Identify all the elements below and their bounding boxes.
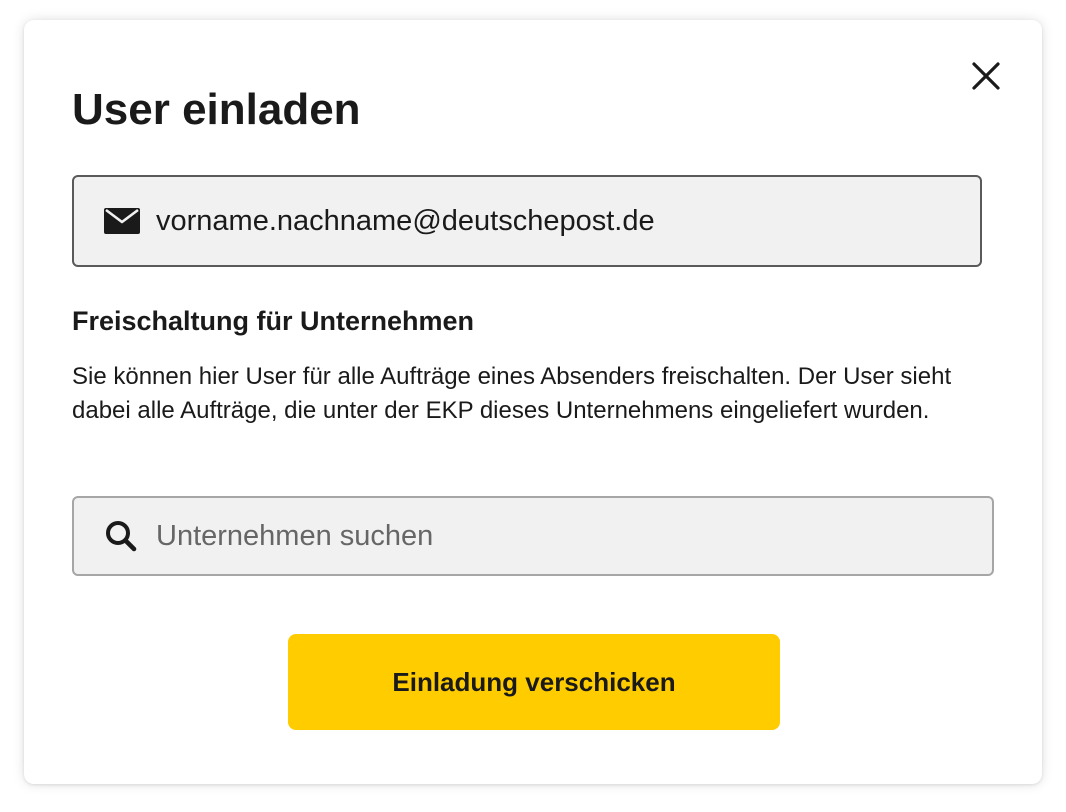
dialog-title: User einladen	[72, 85, 361, 134]
section-title: Freischaltung für Unternehmen	[72, 306, 475, 336]
search-icon	[104, 519, 138, 553]
email-value: vorname.nachname@deutschepost.de	[156, 204, 655, 237]
email-field[interactable]: vorname.nachname@deutschepost.de	[72, 175, 982, 267]
close-icon	[972, 62, 1000, 90]
section-description: Sie können hier User für alle Aufträge e…	[72, 363, 952, 424]
mail-icon	[104, 208, 140, 234]
company-search-input[interactable]	[156, 519, 936, 553]
send-invitation-button[interactable]: Einladung verschicken	[288, 634, 780, 730]
company-search-field[interactable]	[72, 496, 994, 576]
close-button[interactable]	[966, 56, 1006, 96]
invite-user-dialog: User einladen vorname.nachname@deutschep…	[24, 20, 1042, 784]
